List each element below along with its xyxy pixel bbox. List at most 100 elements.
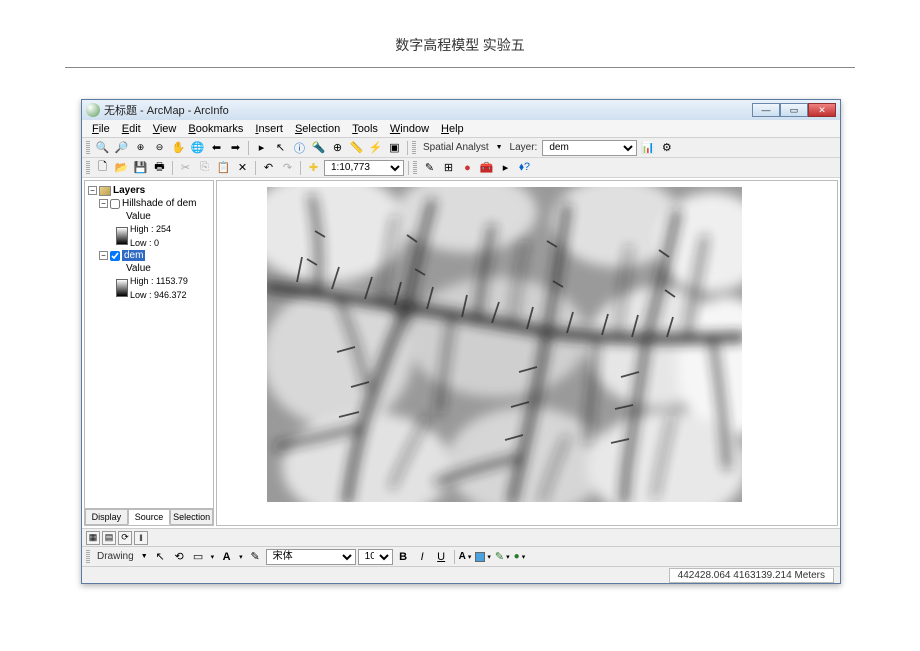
options-icon[interactable]: ⚙: [658, 139, 675, 156]
separator: [407, 141, 408, 155]
maximize-button[interactable]: ▭: [780, 103, 808, 117]
menu-help[interactable]: Help: [435, 122, 470, 136]
gripper-icon[interactable]: [86, 141, 90, 155]
layer-checkbox[interactable]: [110, 251, 120, 261]
measure-icon[interactable]: 📏: [348, 139, 365, 156]
delete-icon[interactable]: ✕: [234, 159, 251, 176]
hyperlink-icon[interactable]: ⚡: [367, 139, 384, 156]
go-to-xy-icon[interactable]: ⊕: [329, 139, 346, 156]
menu-edit[interactable]: Edit: [116, 122, 147, 136]
dropdown-arrow-icon[interactable]: ▾: [237, 553, 245, 561]
fixed-zoom-out-icon[interactable]: ⊖: [151, 139, 168, 156]
tab-display[interactable]: Display: [85, 509, 128, 525]
gripper-icon[interactable]: [413, 161, 417, 175]
zoom-in-icon[interactable]: 🔍: [94, 139, 111, 156]
menu-view[interactable]: View: [147, 122, 183, 136]
gripper-icon[interactable]: [86, 161, 90, 175]
dropdown-arrow-icon[interactable]: ▾: [209, 553, 217, 561]
dropdown-arrow-icon[interactable]: ▼: [139, 553, 150, 560]
minimize-button[interactable]: —: [752, 103, 780, 117]
pause-icon[interactable]: ‖: [134, 531, 148, 545]
layer-name-selected[interactable]: dem: [122, 250, 145, 261]
titlebar[interactable]: 无标题 - ArcMap - ArcInfo — ▭ ✕: [82, 100, 840, 120]
new-icon[interactable]: 🗋: [94, 159, 111, 176]
menu-window[interactable]: Window: [384, 122, 435, 136]
select-elements-icon[interactable]: ↖: [152, 548, 169, 565]
table-icon[interactable]: ⊞: [440, 159, 457, 176]
font-color-button[interactable]: A▾: [459, 551, 474, 562]
scale-input[interactable]: 1:10,773: [324, 160, 404, 176]
rectangle-icon[interactable]: ▭: [190, 548, 207, 565]
select-features-icon[interactable]: ▸: [253, 139, 270, 156]
undo-icon[interactable]: ↶: [260, 159, 277, 176]
command-line-icon[interactable]: ▸: [497, 159, 514, 176]
fixed-zoom-in-icon[interactable]: ⊕: [132, 139, 149, 156]
copy-icon[interactable]: ⎘: [196, 159, 213, 176]
layer-name[interactable]: Hillshade of dem: [122, 198, 196, 209]
arccatalog-icon[interactable]: ●: [459, 159, 476, 176]
expand-icon[interactable]: −: [99, 199, 108, 208]
tab-selection[interactable]: Selection: [170, 509, 213, 525]
marker-color-button[interactable]: ●▾: [514, 551, 528, 562]
layer-checkbox[interactable]: [110, 199, 120, 209]
cut-icon[interactable]: ✂: [177, 159, 194, 176]
drawing-toolbar: Drawing ▼ ↖ ⟲ ▭ ▾ A ▾ ✎ 宋体 10 B I U A▾ ▾…: [82, 546, 840, 566]
open-icon[interactable]: 📂: [113, 159, 130, 176]
map-view[interactable]: [216, 180, 838, 526]
gripper-icon[interactable]: [412, 141, 416, 155]
drawing-menu[interactable]: Drawing: [94, 551, 137, 562]
htmlpopup-icon[interactable]: ▣: [386, 139, 403, 156]
edit-vertices-icon[interactable]: ✎: [247, 548, 264, 565]
forward-extent-icon[interactable]: ➡: [227, 139, 244, 156]
editor-icon[interactable]: ✎: [421, 159, 438, 176]
arctoolbox-icon[interactable]: 🧰: [478, 159, 495, 176]
rotate-icon[interactable]: ⟲: [171, 548, 188, 565]
separator: [255, 161, 256, 175]
identify-icon[interactable]: ⓘ: [291, 139, 308, 156]
spatial-analyst-menu[interactable]: Spatial Analyst: [420, 142, 492, 153]
font-select[interactable]: 宋体: [266, 549, 356, 565]
italic-button[interactable]: I: [414, 548, 431, 565]
menubar: File Edit View Bookmarks Insert Selectio…: [82, 120, 840, 138]
layer-select[interactable]: dem: [542, 140, 637, 156]
full-extent-icon[interactable]: 🌐: [189, 139, 206, 156]
add-data-icon[interactable]: ✚: [305, 159, 322, 176]
gripper-icon[interactable]: [86, 550, 90, 564]
bold-button[interactable]: B: [395, 548, 412, 565]
menu-insert[interactable]: Insert: [249, 122, 289, 136]
pan-icon[interactable]: ✋: [170, 139, 187, 156]
menu-selection[interactable]: Selection: [289, 122, 346, 136]
refresh-icon[interactable]: ⟳: [118, 531, 132, 545]
fill-color-button[interactable]: ▾: [475, 552, 493, 562]
data-view-icon[interactable]: ▦: [86, 531, 100, 545]
select-elements-icon[interactable]: ↖: [272, 139, 289, 156]
gradient-swatch: [116, 279, 128, 297]
save-icon[interactable]: 💾: [132, 159, 149, 176]
font-size-select[interactable]: 10: [358, 549, 393, 565]
model-builder-icon[interactable]: ⬧?: [516, 159, 533, 176]
line-color-button[interactable]: ✎▾: [495, 550, 512, 563]
paste-icon[interactable]: 📋: [215, 159, 232, 176]
main-area: − Layers − Hillshade of dem Value High :…: [82, 178, 840, 528]
expand-icon[interactable]: −: [88, 186, 97, 195]
layout-view-icon[interactable]: ▤: [102, 531, 116, 545]
print-icon[interactable]: 🖶: [151, 159, 168, 176]
menu-tools[interactable]: Tools: [346, 122, 384, 136]
expand-icon[interactable]: −: [99, 251, 108, 260]
zoom-out-icon[interactable]: 🔎: [113, 139, 130, 156]
underline-button[interactable]: U: [433, 548, 450, 565]
header-divider: [65, 67, 855, 68]
toolbar-navigation: 🔍 🔎 ⊕ ⊖ ✋ 🌐 ⬅ ➡ ▸ ↖ ⓘ 🔦 ⊕ 📏 ⚡ ▣ Spatial …: [82, 138, 840, 158]
text-icon[interactable]: A: [218, 548, 235, 565]
high-label: High : 1153.79: [130, 276, 188, 286]
close-button[interactable]: ✕: [808, 103, 836, 117]
menu-bookmarks[interactable]: Bookmarks: [182, 122, 249, 136]
menu-file[interactable]: File: [86, 122, 116, 136]
redo-icon[interactable]: ↷: [279, 159, 296, 176]
toc-root[interactable]: Layers: [113, 185, 145, 196]
histogram-icon[interactable]: 📊: [639, 139, 656, 156]
dropdown-arrow-icon[interactable]: ▼: [494, 144, 505, 151]
find-icon[interactable]: 🔦: [310, 139, 327, 156]
back-extent-icon[interactable]: ⬅: [208, 139, 225, 156]
tab-source[interactable]: Source: [128, 509, 171, 525]
